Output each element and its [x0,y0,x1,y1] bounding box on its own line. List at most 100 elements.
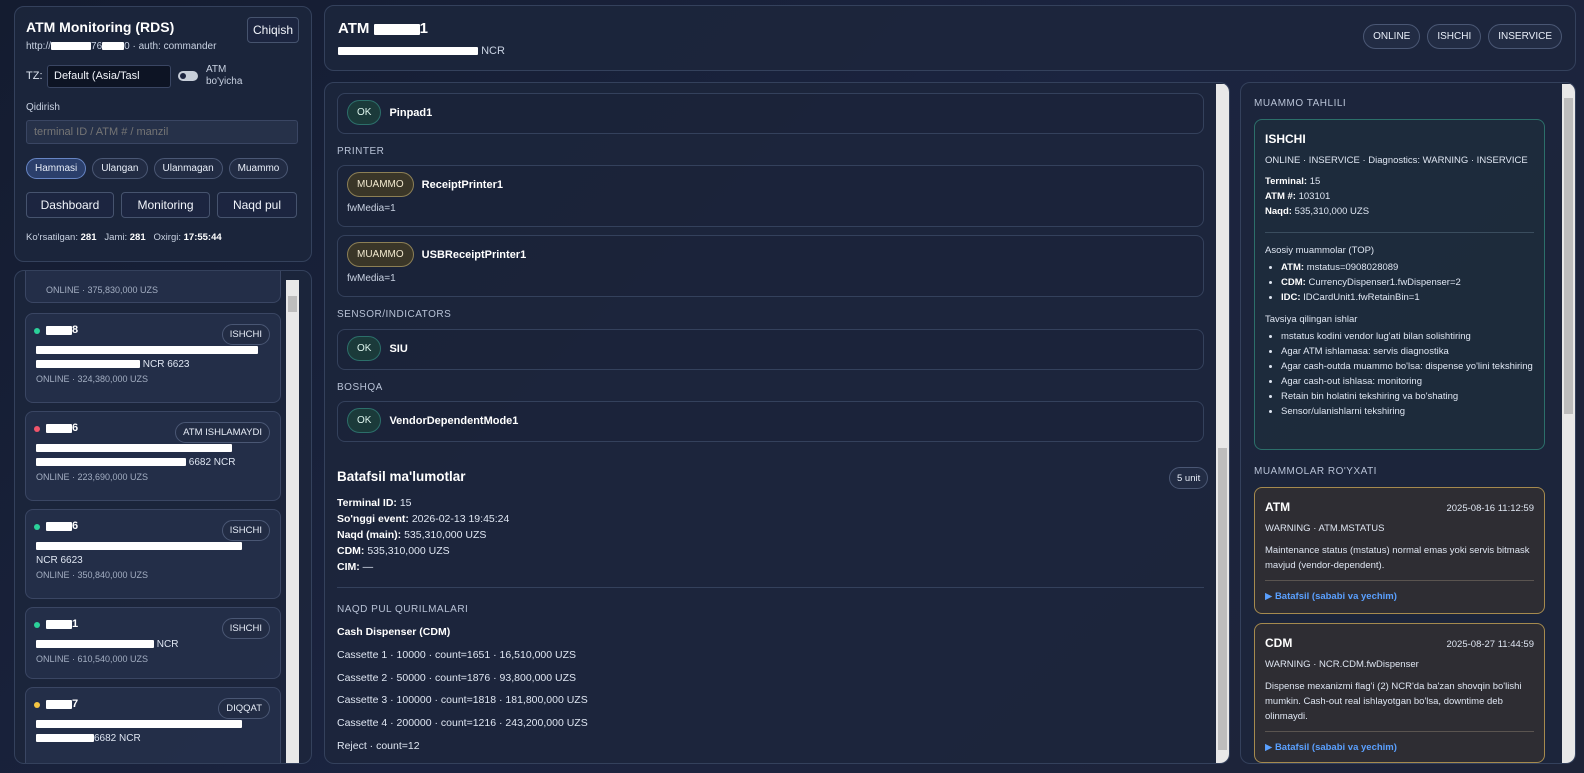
issues-section-title: MUAMMOLAR RO'YXATI [1254,466,1377,477]
sensor-vendor-mode: OK VendorDependentMode1 [337,401,1204,442]
issue-date: 2025-08-27 11:44:59 [1446,639,1534,650]
sensor-name: SIU [389,342,408,355]
sensor-name: Pinpad1 [389,106,433,119]
issue-card: CDM 2025-08-27 11:44:59 WARNING · NCR.CD… [1254,623,1545,763]
filter-all[interactable]: Hammasi [26,158,87,179]
list-scroll-thumb[interactable] [288,296,297,312]
atm-timezone-label: ATM bo'yicha [206,64,243,87]
detail-scroll-thumb[interactable] [1218,448,1227,750]
status-badge: ISHCHI [221,324,270,345]
status-dot [34,328,40,334]
sensor-siu: OK SIU [337,329,1204,370]
section-cash-devices: NAQD PUL QURILMALARI [337,604,469,615]
sensor-name: USBReceiptPrinter1 [421,248,527,261]
stats-line: Ko'rsatilgan: 281 Jami: 281 Oxirgi: 17:5… [26,232,222,243]
issue-title: CDM [1265,636,1293,650]
recommendations-list: mstatus kodini vendor lug'ati bilan soli… [1265,329,1534,419]
header-status-pills: ONLINE ISHCHI INSERVICE [1363,24,1562,49]
divider [1265,731,1534,732]
cash-button[interactable]: Naqd pul [217,192,297,218]
top-problems-list: ATM: mstatus=0908028089 CDM: CurrencyDis… [1265,260,1534,305]
issue-date: 2025-08-16 11:12:59 [1446,503,1534,514]
status-dot [34,426,40,432]
atm-timezone-toggle[interactable] [178,71,198,81]
analysis-info: Terminal: 15 ATM #: 103101 Naqd: 535,310… [1265,176,1370,217]
status-badge: ISHCHI [221,520,270,541]
sensor-extra: fwMedia=1 [347,203,396,214]
filter-connected[interactable]: Ulangan [92,158,148,179]
status-dot [34,622,40,628]
dashboard-button[interactable]: Dashboard [26,192,114,218]
sensor-receipt-printer: MUAMMO ReceiptPrinter1 fwMedia=1 [337,165,1204,227]
analysis-scrollbar[interactable] [1562,84,1575,763]
status-badge: DIQQAT [218,698,270,719]
details-list: Terminal ID: 15 So'nggi event: 2026-02-1… [337,497,510,573]
list-item[interactable]: ONLINE · 375,830,000 UZS [25,271,281,303]
sensor-name: ReceiptPrinter1 [421,178,503,191]
status-badge: MUAMMO [347,242,414,267]
list-item: Sensor/ulanishlarni tekshiring [1281,404,1534,419]
cassette-line: Cassette 3 · 100000 · count=1818 · 181,8… [337,694,588,706]
control-panel: ATM Monitoring (RDS) http://76 0 · auth: … [14,6,312,262]
divider [1265,580,1534,581]
inservice-badge: INSERVICE [1488,24,1562,49]
atm-address: 6682 NCR [36,442,270,470]
timezone-select[interactable]: Default (Asia/Tasl [47,64,171,88]
analysis-scroll-thumb[interactable] [1564,98,1573,414]
filter-disconnected[interactable]: Ulanmagan [153,158,223,179]
list-scrollbar[interactable] [286,280,299,763]
sensor-extra: fwMedia=1 [347,273,396,284]
atm-address: NCR [36,638,270,652]
analysis-panel: MUAMMO TAHLILI ISHCHI ONLINE · INSERVICE… [1240,82,1576,764]
online-badge: ONLINE [1363,24,1421,49]
sensor-name: VendorDependentMode1 [389,414,519,427]
list-item[interactable]: 6 ISHCHI NCR 6623 ONLINE · 350,840,000 U… [25,509,281,599]
issue-subtitle: WARNING · ATM.MSTATUS [1265,523,1385,534]
atm-list: ONLINE · 375,830,000 UZS 8 ISHCHI NCR 66… [14,270,312,764]
list-item: IDC: IDCardUnit1.fwRetainBin=1 [1281,290,1534,305]
top-problems-heading: Asosiy muammolar (TOP) [1265,245,1375,256]
analysis-subtitle: ONLINE · INSERVICE · Diagnostics: WARNIN… [1265,155,1528,166]
search-input[interactable] [26,120,298,144]
list-item[interactable]: 7 DIQQAT 6682 NCR [25,687,281,763]
logout-button[interactable]: Chiqish [247,17,299,43]
working-badge: ISHCHI [1427,24,1482,49]
list-item[interactable]: 6 ATM ISHLAMAYDI 6682 NCR ONLINE · 223,6… [25,411,281,501]
section-sensor: SENSOR/INDICATORS [337,309,452,320]
filter-row: Hammasi Ulangan Ulanmagan Muammo [26,158,300,179]
detail-scrollbar[interactable] [1216,84,1229,763]
recommendations-heading: Tavsiya qilingan ishlar [1265,314,1358,325]
atm-meta: ONLINE · 324,380,000 UZS [36,374,149,384]
divider [337,587,1204,588]
analysis-card: ISHCHI ONLINE · INSERVICE · Diagnostics:… [1254,119,1545,450]
divider [1265,232,1534,233]
status-badge: ISHCHI [221,618,270,639]
cassette-line: Cassette 2 · 50000 · count=1876 · 93,800… [337,672,577,684]
unit-count-badge: 5 unit [1169,467,1209,489]
list-item: ATM: mstatus=0908028089 [1281,260,1534,275]
issue-details-link[interactable]: ▶ Batafsil (sababi va yechim) [1265,591,1534,602]
atm-meta: ONLINE · 350,840,000 UZS [36,570,149,580]
issue-details-link[interactable]: ▶ Batafsil (sababi va yechim) [1265,742,1534,753]
section-other: BOSHQA [337,382,383,393]
list-item: Agar cash-out ishlasa: monitoring [1281,374,1534,389]
details-title: Batafsil ma'lumotlar [337,469,466,484]
filter-problem[interactable]: Muammo [228,158,289,179]
dispenser-title: Cash Dispenser (CDM) [337,626,451,638]
atm-header: ATM 1 NCR ONLINE ISHCHI INSERVICE [324,5,1576,71]
status-badge: OK [347,100,382,125]
analysis-title: ISHCHI [1265,132,1306,146]
atm-address: NCR 6623 [36,540,270,568]
device-panel: OK Pinpad1 PRINTER MUAMMO ReceiptPrinter… [324,82,1230,764]
status-badge: ATM ISHLAMAYDI [175,422,270,443]
timezone-row: TZ: Default (Asia/Tasl ATM bo'yicha [26,64,300,88]
list-item[interactable]: 8 ISHCHI NCR 6623 ONLINE · 324,380,000 U… [25,313,281,403]
section-printer: PRINTER [337,146,385,157]
monitoring-button[interactable]: Monitoring [121,192,210,218]
status-badge: OK [347,336,382,361]
list-item[interactable]: 1 ISHCHI NCR ONLINE · 610,540,000 UZS [25,607,281,679]
list-item: Agar ATM ishlamasa: servis diagnostika [1281,344,1534,359]
list-item: CDM: CurrencyDispenser1.fwDispenser=2 [1281,275,1534,290]
search-label: Qidirish [26,102,60,113]
timezone-label: TZ: [26,70,43,82]
